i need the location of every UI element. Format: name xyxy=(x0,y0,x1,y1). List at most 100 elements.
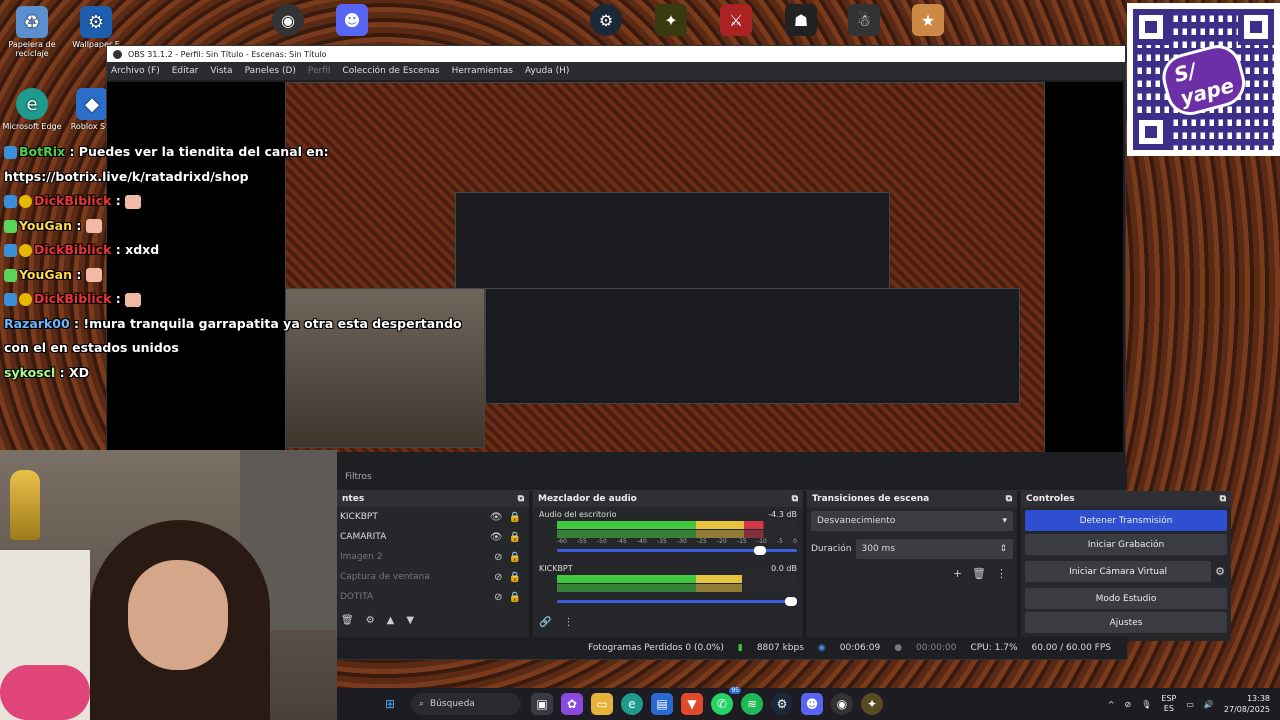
windows-start-icon[interactable]: ⊞ xyxy=(379,693,401,715)
display-icon[interactable]: ▭ xyxy=(1186,700,1194,709)
gear-icon[interactable]: ⚙ xyxy=(1215,565,1225,578)
volume-meter xyxy=(557,521,797,529)
menu-bar: Archivo (F) Editar Vista Paneles (D) Per… xyxy=(107,62,1125,80)
menu-perfil[interactable]: Perfil xyxy=(308,66,331,76)
volume-meter xyxy=(557,584,797,592)
lock-icon[interactable]: 🔒 xyxy=(509,592,521,603)
chevron-up-icon[interactable]: ^ xyxy=(1108,700,1115,709)
obs-titlebar[interactable]: OBS 31.1.2 - Perfil: Sin Título - Escena… xyxy=(107,46,1125,62)
edge-icon[interactable]: e xyxy=(621,693,643,715)
controls-dock: Controles ⧉ Detener Transmisión Iniciar G… xyxy=(1021,491,1231,641)
source-item[interactable]: KICKBPT 👁 🔒 xyxy=(337,507,529,527)
volume-slider[interactable] xyxy=(557,546,797,555)
chat-message: YouGan : xyxy=(4,263,484,288)
eye-off-icon[interactable]: ⊘ xyxy=(494,592,502,603)
more-icon[interactable]: ⋮ xyxy=(996,567,1007,580)
chevron-down-icon[interactable]: ▼ xyxy=(406,615,414,626)
start-virtual-camera-button[interactable]: Iniciar Cámara Virtual xyxy=(1025,561,1212,582)
trash-icon[interactable]: 🗑 xyxy=(972,567,986,580)
menu-paneles[interactable]: Paneles (D) xyxy=(245,66,296,76)
plus-icon[interactable]: + xyxy=(953,567,962,580)
dock-float-icon[interactable]: ⧉ xyxy=(518,494,524,504)
menu-archivo[interactable]: Archivo (F) xyxy=(111,66,160,76)
emote-icon xyxy=(85,268,102,282)
task-view-icon[interactable]: ▣ xyxy=(531,693,553,715)
more-icon[interactable]: ⋮ xyxy=(563,617,573,628)
whatsapp-icon[interactable]: ✆ 95 xyxy=(711,687,741,715)
obs-icon[interactable]: ◉ xyxy=(831,693,853,715)
dock-float-icon[interactable]: ⧉ xyxy=(1006,494,1012,504)
network-off-icon[interactable]: ⊘ xyxy=(1125,700,1132,709)
recycle-bin[interactable]: ♻ Papelera de reciclaje xyxy=(2,6,62,58)
discord-icon[interactable]: ☻ xyxy=(336,4,368,36)
copilot-icon[interactable]: ✿ xyxy=(561,693,583,715)
source-item[interactable]: DOTITA ⊘ 🔒 xyxy=(337,587,529,607)
clock[interactable]: 13:38 27/08/2025 xyxy=(1224,693,1270,715)
volume-slider[interactable] xyxy=(557,597,797,606)
lock-icon[interactable]: 🔒 xyxy=(509,532,521,543)
studio-mode-button[interactable]: Modo Estudio xyxy=(1025,588,1227,609)
eye-off-icon[interactable]: ⊘ xyxy=(494,552,502,563)
brave-icon[interactable]: ▼ xyxy=(681,693,703,715)
taskbar-search[interactable]: ⌕ Búsqueda xyxy=(411,693,521,715)
transition-select[interactable]: Desvanecimiento ▾ xyxy=(811,511,1013,531)
volume-knob[interactable] xyxy=(753,546,766,555)
menu-editar[interactable]: Editar xyxy=(172,66,199,76)
menu-coleccion[interactable]: Colección de Escenas xyxy=(342,66,439,76)
wallpaper-engine[interactable]: ⚙ Wallpaper E xyxy=(66,6,126,49)
discord-icon[interactable]: ☻ xyxy=(801,693,823,715)
menu-herramientas[interactable]: Herramientas xyxy=(452,66,513,76)
menu-vista[interactable]: Vista xyxy=(210,66,232,76)
sources-dock: ntes ⧉ KICKBPT 👁 🔒 CAMARITA 👁 🔒 Imagen 2 ⊘ 🔒 Ca… xyxy=(337,491,531,641)
eye-off-icon[interactable]: ⊘ xyxy=(494,572,502,583)
steam-icon[interactable]: ⚙ xyxy=(771,693,793,715)
start-recording-button[interactable]: Iniciar Grabación xyxy=(1025,534,1227,555)
menu-ayuda[interactable]: Ayuda (H) xyxy=(525,66,569,76)
store-icon[interactable]: ▤ xyxy=(651,693,673,715)
source-item[interactable]: Captura de ventana ⊘ 🔒 xyxy=(337,567,529,587)
status-bar: Fotogramas Perdidos 0 (0.0%) ▮ 8807 kbps … xyxy=(337,637,1127,659)
source-item[interactable]: Imagen 2 ⊘ 🔒 xyxy=(337,547,529,567)
speaker-icon[interactable]: 🔊 xyxy=(1204,700,1214,709)
game-icon-4[interactable]: ☃ xyxy=(848,4,880,36)
link-icon[interactable]: 🔗 xyxy=(539,617,551,628)
dock-float-icon[interactable]: ⧉ xyxy=(1220,494,1226,504)
fps: 60.00 / 60.00 FPS xyxy=(1031,643,1111,653)
game-icon-2[interactable]: ⚔ xyxy=(720,4,752,36)
game-icon-1[interactable]: ✦ xyxy=(655,4,687,36)
obs-logo-icon xyxy=(113,49,122,59)
steam-icon[interactable]: ⚙ xyxy=(590,4,622,36)
microphone-icon[interactable]: 🎙 xyxy=(1141,700,1151,709)
volume-knob[interactable] xyxy=(785,597,797,606)
source-item[interactable]: CAMARITA 👁 🔒 xyxy=(337,527,529,547)
language-indicator[interactable]: ESP ES xyxy=(1161,694,1176,714)
lock-icon[interactable]: 🔒 xyxy=(509,552,521,563)
file-explorer-icon[interactable]: ▭ xyxy=(591,693,613,715)
gear-icon[interactable]: ⚙ xyxy=(366,615,375,626)
edge-shortcut[interactable]: e Microsoft Edge xyxy=(2,88,62,131)
chat-message: sykoscl : XD xyxy=(4,364,90,380)
badge-icon xyxy=(4,293,17,306)
stop-streaming-button[interactable]: Detener Transmisión xyxy=(1025,510,1227,531)
game-icon[interactable]: ✦ xyxy=(861,693,883,715)
game-icon-5[interactable]: ★ xyxy=(912,4,944,36)
trash-icon[interactable]: 🗑 xyxy=(341,615,354,626)
spotify-icon[interactable]: ≋ xyxy=(741,693,763,715)
filters-bar[interactable]: Filtros xyxy=(337,463,1127,491)
meter-scale: -60 -55 -50 -45 -40 -35 -30 -25 -20 -15 -10 -5 0 xyxy=(557,538,797,545)
duration-input[interactable]: 300 ms ⇕ xyxy=(855,539,1013,559)
dock-float-icon[interactable]: ⧉ xyxy=(792,494,798,504)
chat-message: YouGan : xyxy=(4,214,484,239)
chevron-up-icon[interactable]: ▲ xyxy=(387,615,395,626)
trophy-icon xyxy=(10,470,40,540)
duration-label: Duración xyxy=(811,544,852,554)
game-icon-3[interactable]: ☗ xyxy=(785,4,817,36)
stepper-icon[interactable]: ⇕ xyxy=(999,544,1007,554)
emote-icon xyxy=(125,194,142,209)
eye-icon[interactable]: 👁 xyxy=(490,532,503,543)
eye-icon[interactable]: 👁 xyxy=(490,512,503,523)
lock-icon[interactable]: 🔒 xyxy=(509,572,521,583)
settings-button[interactable]: Ajustes xyxy=(1025,612,1227,633)
obs-icon[interactable]: ◉ xyxy=(272,4,304,36)
lock-icon[interactable]: 🔒 xyxy=(509,512,521,523)
